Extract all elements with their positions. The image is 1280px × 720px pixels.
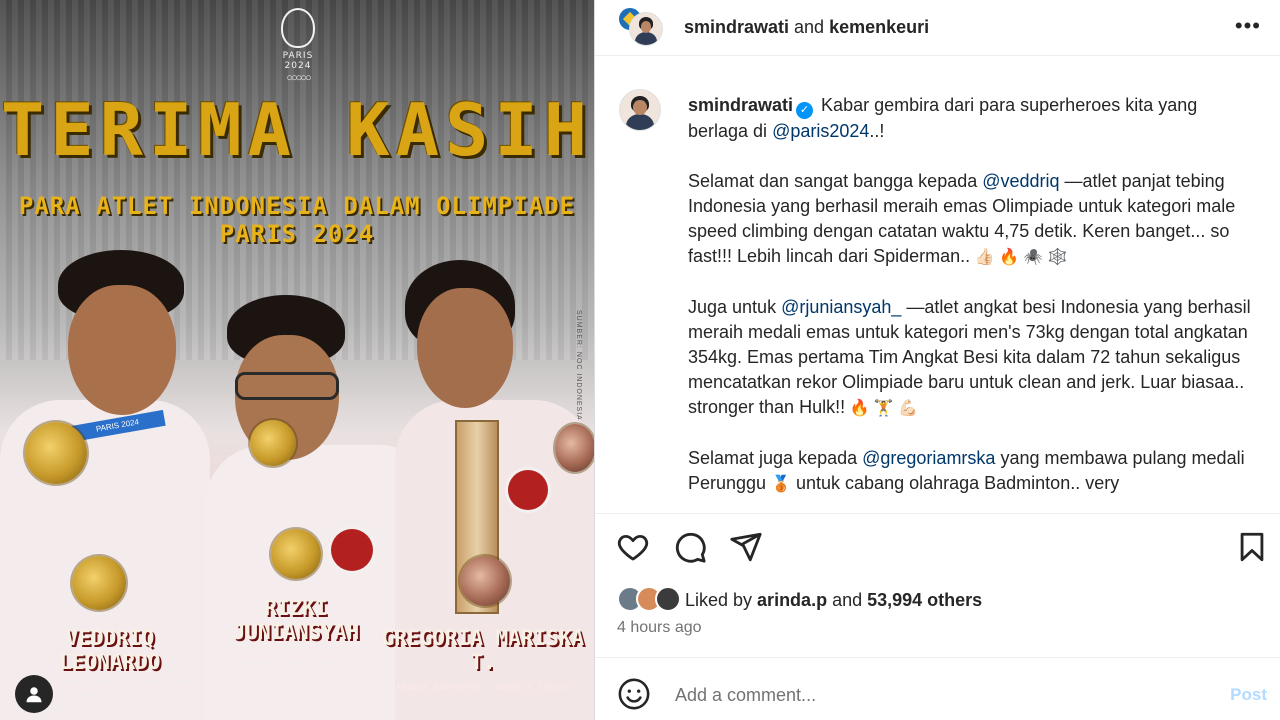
caption-username[interactable]: smindrawati [688,95,793,115]
post-panel: smindrawati and kemenkeuri ••• smindrawa… [594,0,1280,720]
olympic-flame-icon [281,8,315,48]
post-authors: smindrawati and kemenkeuri [684,17,930,37]
caption-text: smindrawati ✓ Kabar gembira dari para sup… [688,95,1251,493]
logo-text: PARIS 2024 [282,51,314,71]
paris-2024-logo: PARIS 2024 ○○○○○ [268,8,328,84]
author-username[interactable]: smindrawati [684,17,789,37]
mention-link[interactable]: @gregoriamrska [862,448,995,468]
indonesia-emblem-icon [331,529,373,571]
user-tag-icon [26,687,42,703]
bronze-medal-icon [555,424,594,472]
mention-link[interactable]: @rjuniansyah_ [781,297,901,317]
comment-input[interactable] [673,676,1197,714]
coauthor-username[interactable]: kemenkeuri [829,17,929,37]
indonesia-emblem-icon [508,470,548,510]
bronze-medal-icon [460,556,510,606]
post-comment-button[interactable]: Post [1230,685,1267,705]
liker-avatars [617,586,683,614]
athlete-name-3: GREGORIA MARISKA T. BRONZE BADMINTON - W… [381,626,585,692]
avatar[interactable] [655,586,681,612]
olympic-rings-icon: ○○○○○ [286,72,311,84]
emoji-picker-icon[interactable] [617,677,651,711]
emoji-group: 👍🏻 🔥 🕷️ 🕸️ [970,249,1068,266]
caption-area[interactable]: smindrawati ✓ Kabar gembira dari para sup… [595,57,1280,512]
gold-medal-icon [72,556,126,610]
poster-title: TERIMA KASIH [0,88,594,172]
more-options-icon[interactable]: ••• [1235,15,1261,37]
post-actions [595,513,1280,579]
poster-subtitle: PARA ATLET INDONESIA DALAM OLIMPIADE PAR… [18,192,576,248]
save-bookmark-icon[interactable] [1235,530,1269,564]
likes-text: Liked by arinda.p and 53,994 others [685,589,983,610]
likes-count-link[interactable]: 53,994 others [867,590,982,610]
likes-summary: Liked by arinda.p and 53,994 others [617,586,982,614]
emoji-group: 🔥 🏋️ 💪🏻 [845,400,919,417]
post-header: smindrawati and kemenkeuri ••• [595,0,1280,56]
caption-avatar[interactable] [619,89,661,131]
gold-medal-icon [250,420,296,466]
athlete-name-2: RIZKI JUNIANSYAH GOLD WEIGHTLIFTING - ME… [212,596,380,662]
tagged-users-button[interactable] [15,675,53,713]
gold-medal-icon [271,529,321,579]
mention-link[interactable]: @veddriq [982,171,1059,191]
like-heart-icon[interactable] [616,530,650,564]
bronze-medal-emoji: 🥉 [771,476,791,493]
comment-icon[interactable] [673,530,707,564]
avatar[interactable] [629,12,663,46]
verified-badge-icon: ✓ [796,102,814,119]
mention-link[interactable]: @paris2024 [772,121,869,141]
liker-username[interactable]: arinda.p [757,590,827,610]
comment-bar: Post [595,657,1280,720]
eyeglasses [235,372,339,400]
post-image[interactable]: PARIS 2024 ○○○○○ TERIMA KASIH PARA ATLET… [0,0,594,720]
post-timestamp[interactable]: 4 hours ago [617,619,702,637]
share-icon[interactable] [729,530,763,564]
gold-medal-icon [25,422,87,484]
